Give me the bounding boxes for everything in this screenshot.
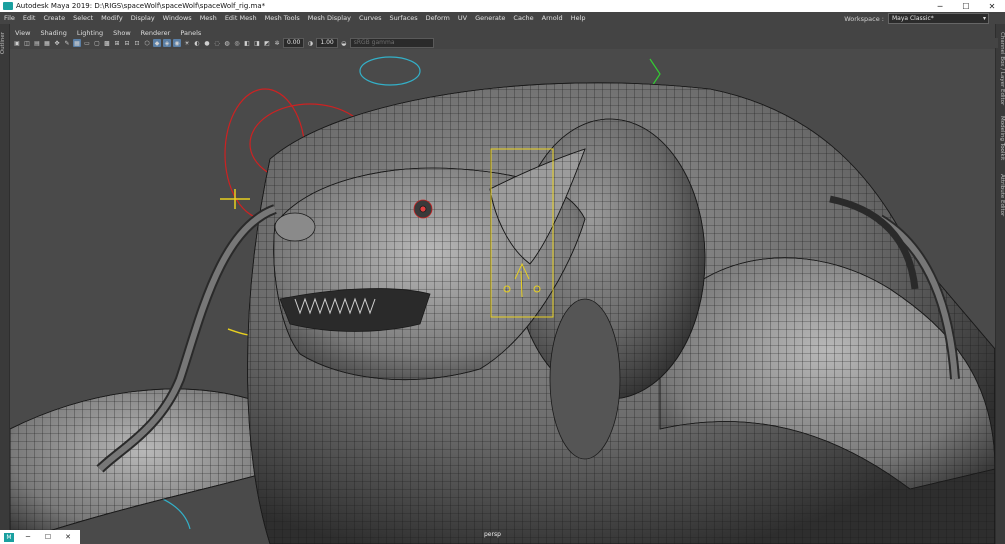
title-bar: Autodesk Maya 2019: D:\RIGS\spaceWolf\sp… xyxy=(0,0,1005,12)
menu-curves[interactable]: Curves xyxy=(355,14,386,22)
exposure-field[interactable]: 0.00 xyxy=(283,38,305,48)
maya-logo-icon xyxy=(3,2,13,10)
wireframe-icon[interactable]: ⬡ xyxy=(143,39,151,47)
xray-joints-icon[interactable]: ◩ xyxy=(263,39,271,47)
workspace-dropdown[interactable]: Maya Classic* xyxy=(888,13,989,24)
menu-arnold[interactable]: Arnold xyxy=(538,14,567,22)
scene-render xyxy=(10,56,995,544)
right-dock-strip: Channel Box / Layer Editor Modeling Tool… xyxy=(995,24,1005,544)
panel-menu-lighting[interactable]: Lighting xyxy=(72,29,108,37)
panel-toolbar: ▣ ◫ ▤ ▦ ✥ ✎ ▦ ▭ ▢ ▩ ⊞ ⊟ ⊡ ⬡ ◆ ◈ ◉ ☀ ◐ ● … xyxy=(10,38,998,48)
menu-edit-mesh[interactable]: Edit Mesh xyxy=(221,14,261,22)
shadows-icon[interactable]: ◐ xyxy=(193,39,201,47)
taskbar-close-button[interactable]: ✕ xyxy=(58,533,78,541)
menu-create[interactable]: Create xyxy=(39,14,69,22)
grease-pencil-icon[interactable]: ✎ xyxy=(63,39,71,47)
menu-generate[interactable]: Generate xyxy=(471,14,509,22)
multisample-icon[interactable]: ◍ xyxy=(223,39,231,47)
grid-icon[interactable]: ▦ xyxy=(73,39,81,47)
safe-action-icon[interactable]: ⊟ xyxy=(123,39,131,47)
gate-mask-icon[interactable]: ▩ xyxy=(103,39,111,47)
bookmark-icon[interactable]: ▤ xyxy=(33,39,41,47)
lock-camera-icon[interactable]: ◫ xyxy=(23,39,31,47)
menu-surfaces[interactable]: Surfaces xyxy=(386,14,422,22)
two-d-pan-icon[interactable]: ✥ xyxy=(53,39,61,47)
textured-icon[interactable]: ◉ xyxy=(173,39,181,47)
panel-menu-panels[interactable]: Panels xyxy=(175,29,206,37)
menu-cache[interactable]: Cache xyxy=(509,14,537,22)
modeling-toolkit-tab[interactable]: Modeling Toolkit xyxy=(996,116,1005,160)
panel-menu-view[interactable]: View xyxy=(10,29,35,37)
viewport-persp[interactable] xyxy=(10,49,995,544)
image-plane-icon[interactable]: ▦ xyxy=(43,39,51,47)
maximize-button[interactable]: ☐ xyxy=(953,2,979,11)
menu-modify[interactable]: Modify xyxy=(97,14,127,22)
minimized-window-bar: M ─ ☐ ✕ xyxy=(0,530,80,544)
maya-taskbar-icon[interactable]: M xyxy=(4,532,14,542)
taskbar-minimize-button[interactable]: ─ xyxy=(18,533,38,541)
menu-mesh[interactable]: Mesh xyxy=(196,14,221,22)
panel-menu-show[interactable]: Show xyxy=(108,29,136,37)
xray-icon[interactable]: ◨ xyxy=(253,39,261,47)
workspace-selector: Workspace : Maya Classic* xyxy=(844,13,989,24)
camera-label: persp xyxy=(484,531,501,538)
smooth-shade-icon[interactable]: ◆ xyxy=(153,39,161,47)
workspace-label: Workspace : xyxy=(844,14,884,23)
minimize-button[interactable]: ─ xyxy=(927,2,953,11)
panel-menu-renderer[interactable]: Renderer xyxy=(136,29,176,37)
resolution-gate-icon[interactable]: ▢ xyxy=(93,39,101,47)
creature-mesh xyxy=(10,82,995,544)
exposure-icon[interactable]: ✲ xyxy=(273,39,281,47)
menu-help[interactable]: Help xyxy=(567,14,590,22)
menu-mesh-display[interactable]: Mesh Display xyxy=(304,14,355,22)
taskbar-maximize-button[interactable]: ☐ xyxy=(38,533,58,541)
depth-of-field-icon[interactable]: ◎ xyxy=(233,39,241,47)
menu-deform[interactable]: Deform xyxy=(422,14,454,22)
motion-blur-icon[interactable]: ◌ xyxy=(213,39,221,47)
panel-menu-shading[interactable]: Shading xyxy=(35,29,71,37)
menu-edit[interactable]: Edit xyxy=(19,14,40,22)
isolate-select-icon[interactable]: ◧ xyxy=(243,39,251,47)
close-button[interactable]: ✕ xyxy=(979,2,1005,11)
menu-file[interactable]: File xyxy=(0,14,19,22)
safe-title-icon[interactable]: ⊡ xyxy=(133,39,141,47)
left-dock-strip: Outliner xyxy=(0,24,10,544)
ambient-occlusion-icon[interactable]: ● xyxy=(203,39,211,47)
menu-select[interactable]: Select xyxy=(69,14,97,22)
menu-mesh-tools[interactable]: Mesh Tools xyxy=(261,14,304,22)
gamma-field[interactable]: 1.00 xyxy=(316,38,338,48)
color-management-icon[interactable]: ◒ xyxy=(340,39,348,47)
view-transform-dropdown[interactable]: sRGB gamma xyxy=(349,38,434,48)
film-gate-icon[interactable]: ▭ xyxy=(83,39,91,47)
wireframe-on-shaded-icon[interactable]: ◈ xyxy=(163,39,171,47)
select-camera-icon[interactable]: ▣ xyxy=(13,39,21,47)
attribute-editor-tab[interactable]: Attribute Editor xyxy=(996,174,1005,216)
field-chart-icon[interactable]: ⊞ xyxy=(113,39,121,47)
gamma-icon[interactable]: ◑ xyxy=(306,39,314,47)
menu-display[interactable]: Display xyxy=(127,14,159,22)
window-title: Autodesk Maya 2019: D:\RIGS\spaceWolf\sp… xyxy=(16,2,266,10)
outliner-tab[interactable]: Outliner xyxy=(0,32,9,54)
panel-menu-bar: View Shading Lighting Show Renderer Pane… xyxy=(10,28,206,38)
use-lights-icon[interactable]: ☀ xyxy=(183,39,191,47)
menu-uv[interactable]: UV xyxy=(454,14,471,22)
menu-windows[interactable]: Windows xyxy=(159,14,196,22)
